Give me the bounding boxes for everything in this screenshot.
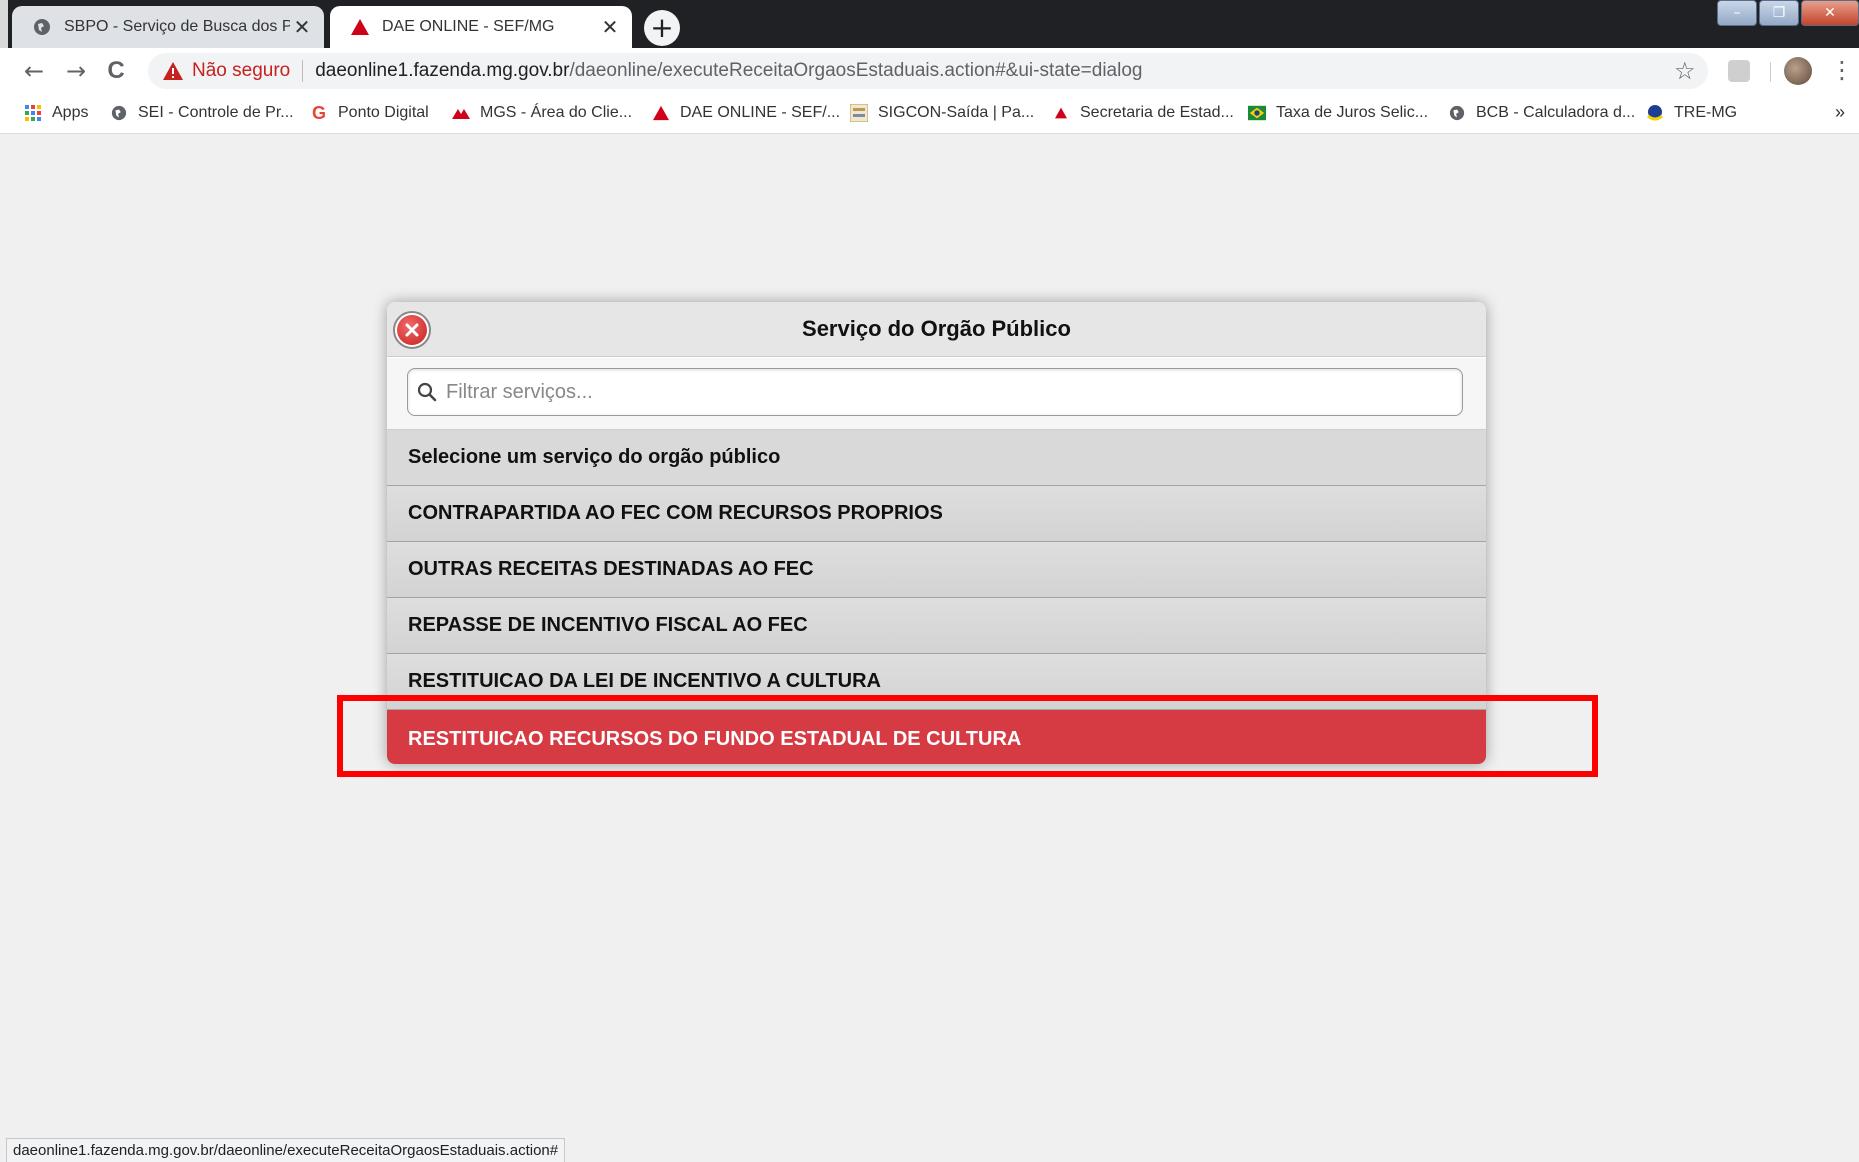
list-item-selected[interactable]: RESTITUICAO RECURSOS DO FUNDO ESTADUAL D… [387,710,1486,764]
bookmark-mgs[interactable]: MGS - Área do Clie... [452,104,632,122]
browser-menu-icon[interactable]: ⋮ [1830,56,1854,84]
status-bar: daeonline1.fazenda.mg.gov.br/daeonline/e… [6,1138,566,1162]
list-header: Selecione um serviço do orgão público [387,430,1486,486]
list-item[interactable]: OUTRAS RECEITAS DESTINADAS AO FEC [387,542,1486,598]
bookmark-label: SEI - Controle de Pr... [138,104,294,121]
browser-tab-strip: SBPO - Serviço de Busca dos Pag ✕ DAE ON… [0,0,1859,48]
list-item[interactable]: RESTITUICAO DA LEI DE INCENTIVO A CULTUR… [387,654,1486,710]
not-secure-label[interactable]: Não seguro [192,60,290,82]
restore-button[interactable]: ❐ [1759,0,1799,26]
bookmark-label: TRE-MG [1674,104,1738,121]
reload-button[interactable]: C [100,56,132,86]
filter-services-input[interactable] [446,372,1462,412]
google-g-icon: G [311,102,326,123]
url-host: daeonline1.fazenda.mg.gov.br [315,60,570,81]
new-tab-button[interactable]: + [644,10,680,46]
globe-icon [32,17,52,37]
apps-grid-icon [24,104,42,122]
brazil-flag-icon [1248,104,1266,122]
bookmark-label: Taxa de Juros Selic... [1276,104,1429,121]
dialog-header: Serviço do Orgão Público [387,302,1486,357]
dialog-close-button[interactable] [393,311,431,349]
filter-box [407,368,1463,416]
window-edge [0,0,8,48]
bookmark-sei[interactable]: SEI - Controle de Pr... [110,104,294,122]
bookmark-label: SIGCON-Saída | Pa... [878,104,1035,121]
mgs-logo-icon [452,104,470,122]
dialog-title: Serviço do Orgão Público [802,316,1071,341]
list-item[interactable]: CONTRAPARTIDA AO FEC COM RECURSOS PROPRI… [387,486,1486,542]
bookmark-selic[interactable]: Taxa de Juros Selic... [1248,104,1428,122]
red-triangle-icon [652,104,670,122]
warning-icon [163,62,183,80]
close-icon[interactable]: ✕ [290,15,314,39]
forward-button[interactable]: → [60,56,92,86]
bookmark-label: Ponto Digital [338,104,429,121]
bookmark-star-icon[interactable]: ☆ [1674,57,1696,85]
service-list: Selecione um serviço do orgão público CO… [387,430,1486,764]
filter-area [387,358,1486,430]
profile-avatar[interactable] [1784,57,1812,85]
bookmark-sigcon[interactable]: SIGCON-Saída | Pa... [850,104,1034,122]
address-separator [302,60,304,82]
bookmark-secretaria[interactable]: Secretaria de Estad... [1052,104,1234,122]
close-icon [397,315,427,345]
extension-icon[interactable] [1728,60,1750,82]
search-icon [417,382,437,402]
sigcon-logo-icon [850,104,868,122]
tre-logo-icon [1646,104,1664,122]
address-bar[interactable]: Não seguro daeonline1.fazenda.mg.gov.br … [148,53,1708,89]
tab-sbpo[interactable]: SBPO - Serviço de Busca dos Pag ✕ [12,6,324,48]
red-triangle-icon [350,17,370,37]
bookmark-label: BCB - Calculadora d... [1476,104,1636,121]
toolbar-separator [1770,62,1771,82]
bookmark-dae-online[interactable]: DAE ONLINE - SEF/... [652,104,840,122]
bookmark-tre-mg[interactable]: TRE-MG [1646,104,1737,122]
tab-label: DAE ONLINE - SEF/MG [382,18,555,35]
list-item[interactable]: REPASSE DE INCENTIVO FISCAL AO FEC [387,598,1486,654]
tab-label: SBPO - Serviço de Busca dos Pag [64,18,290,35]
tab-dae-online[interactable]: DAE ONLINE - SEF/MG ✕ [330,6,632,48]
page-content: Serviço do Orgão Público Selecione um se… [0,135,1859,1162]
bookmarks-bar: Apps SEI - Controle de Pr... G Ponto Dig… [0,94,1859,134]
service-dialog: Serviço do Orgão Público Selecione um se… [387,302,1486,764]
minimize-button[interactable]: – [1717,0,1757,26]
bookmark-label: DAE ONLINE - SEF/... [680,104,841,121]
bookmark-apps[interactable]: Apps [24,104,88,122]
globe-icon [110,104,128,122]
window-controls: – ❐ ✕ [1715,0,1859,28]
back-button[interactable]: ← [18,56,50,86]
bookmark-bcb[interactable]: BCB - Calculadora d... [1448,104,1635,122]
bookmarks-overflow-icon[interactable]: » [1835,102,1845,123]
bookmark-ponto-digital[interactable]: G Ponto Digital [310,102,429,123]
bookmark-label: Secretaria de Estad... [1080,104,1234,121]
close-icon[interactable]: ✕ [598,15,622,39]
red-triangle-icon [1052,104,1070,122]
window-close-button[interactable]: ✕ [1801,0,1859,26]
globe-icon [1448,104,1466,122]
bookmark-label: MGS - Área do Clie... [480,104,633,121]
browser-toolbar: ← → C Não seguro daeonline1.fazenda.mg.g… [0,48,1859,94]
bookmark-label: Apps [52,104,89,121]
url-path: /daeonline/executeReceitaOrgaosEstaduais… [569,60,1143,81]
